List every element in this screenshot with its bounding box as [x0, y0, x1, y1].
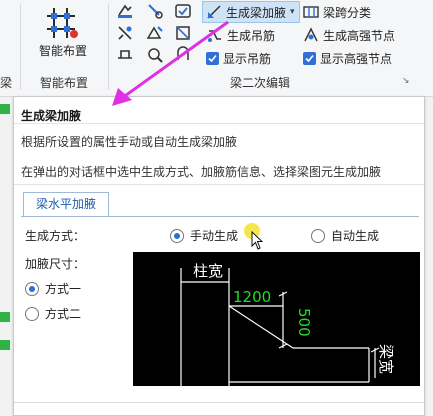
- annotation-arrow-icon: [112, 20, 229, 106]
